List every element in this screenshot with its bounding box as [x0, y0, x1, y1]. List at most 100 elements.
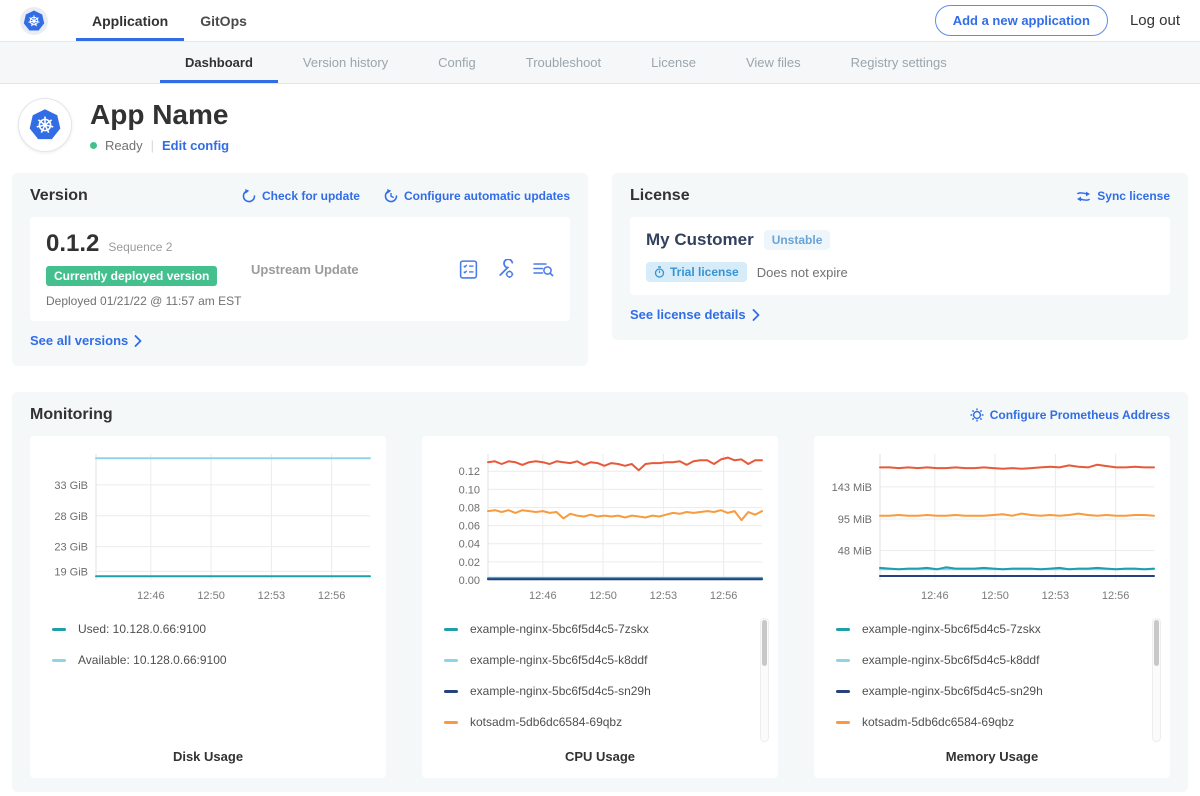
- svg-text:33 GiB: 33 GiB: [54, 480, 88, 492]
- app-avatar: [18, 98, 72, 152]
- preflight-checks-icon[interactable]: [458, 259, 479, 280]
- tab-gitops[interactable]: GitOps: [184, 0, 263, 41]
- legend-item: Used: 10.128.0.66:9100: [52, 622, 386, 636]
- svg-text:0.12: 0.12: [459, 466, 480, 478]
- deployed-badge: Currently deployed version: [46, 266, 217, 286]
- cpu-usage-legend: example-nginx-5bc6f5d4c5-7zskx example-ng…: [422, 622, 778, 729]
- cpu-usage-title: CPU Usage: [422, 749, 778, 764]
- disk-usage-legend: Used: 10.128.0.66:9100 Available: 10.128.…: [30, 622, 386, 667]
- legend-label: example-nginx-5bc6f5d4c5-k8ddf: [470, 653, 647, 667]
- edit-config-gear-icon[interactable]: [495, 259, 516, 280]
- see-all-versions-link[interactable]: See all versions: [30, 333, 142, 348]
- legend-item: kotsadm-5db6dc6584-69qbz: [444, 715, 778, 729]
- configure-auto-updates-link[interactable]: Configure automatic updates: [384, 189, 570, 203]
- svg-text:12:46: 12:46: [529, 590, 557, 602]
- legend-scrollbar-thumb[interactable]: [1154, 620, 1159, 666]
- legend-label: Used: 10.128.0.66:9100: [78, 622, 206, 636]
- logout-button[interactable]: Log out: [1130, 12, 1180, 29]
- customer-name: My Customer: [646, 230, 754, 250]
- page-title: App Name: [90, 99, 229, 131]
- monitoring-section: Monitoring Configure Prometheus Address …: [12, 392, 1188, 792]
- legend-label: example-nginx-5bc6f5d4c5-k8ddf: [862, 653, 1039, 667]
- divider: |: [151, 138, 154, 153]
- license-expiry: Does not expire: [757, 265, 848, 280]
- check-for-update-label: Check for update: [262, 189, 360, 203]
- legend-item: example-nginx-5bc6f5d4c5-7zskx: [444, 622, 778, 636]
- see-license-details-label: See license details: [630, 307, 746, 322]
- license-card: License Sync license My Customer Unstabl…: [612, 173, 1188, 340]
- subnav-item-registry-settings[interactable]: Registry settings: [826, 42, 972, 83]
- legend-scrollbar-thumb[interactable]: [762, 620, 767, 666]
- channel-badge: Unstable: [764, 230, 831, 250]
- monitoring-title: Monitoring: [30, 406, 113, 424]
- cpu-usage-chart: 0.120.100.080.060.040.020.0012:4612:5012…: [430, 446, 770, 606]
- version-card-title: Version: [30, 187, 88, 205]
- subnav-item-version-history[interactable]: Version history: [278, 42, 413, 83]
- subnav-item-troubleshoot[interactable]: Troubleshoot: [501, 42, 626, 83]
- refresh-icon: [242, 189, 256, 203]
- version-card: Version Check for update Configure au: [12, 173, 588, 366]
- top-navbar: Application GitOps Add a new application…: [0, 0, 1200, 42]
- legend-label: example-nginx-5bc6f5d4c5-sn29h: [862, 684, 1043, 698]
- svg-text:12:56: 12:56: [710, 590, 738, 602]
- subnav-item-view-files[interactable]: View files: [721, 42, 826, 83]
- sync-license-link[interactable]: Sync license: [1076, 189, 1170, 203]
- kubernetes-app-icon: [27, 107, 63, 143]
- app-header: App Name Ready | Edit config: [0, 84, 1200, 165]
- svg-text:0.00: 0.00: [459, 575, 480, 587]
- subnav-item-dashboard[interactable]: Dashboard: [160, 42, 278, 83]
- legend-label: example-nginx-5bc6f5d4c5-sn29h: [470, 684, 651, 698]
- legend-color-dash: [444, 721, 458, 724]
- svg-text:12:50: 12:50: [589, 590, 617, 602]
- kubernetes-logo: [20, 0, 48, 41]
- svg-text:143 MiB: 143 MiB: [832, 482, 872, 494]
- subnav-item-config[interactable]: Config: [413, 42, 501, 83]
- version-number: 0.1.2: [46, 230, 99, 258]
- svg-text:12:53: 12:53: [650, 590, 678, 602]
- configure-auto-updates-label: Configure automatic updates: [404, 189, 570, 203]
- view-logs-icon[interactable]: [532, 259, 554, 280]
- edit-config-link[interactable]: Edit config: [162, 138, 229, 153]
- configure-prometheus-link[interactable]: Configure Prometheus Address: [970, 408, 1170, 422]
- legend-color-dash: [444, 628, 458, 631]
- legend-scrollbar-track: [1152, 618, 1161, 742]
- legend-color-dash: [444, 690, 458, 693]
- legend-item: example-nginx-5bc6f5d4c5-7zskx: [836, 622, 1170, 636]
- add-application-button[interactable]: Add a new application: [935, 5, 1108, 36]
- svg-text:12:53: 12:53: [258, 590, 286, 602]
- see-all-versions-label: See all versions: [30, 333, 128, 348]
- legend-item: Available: 10.128.0.66:9100: [52, 653, 386, 667]
- auto-update-clock-icon: [384, 189, 398, 203]
- tab-application[interactable]: Application: [76, 0, 184, 41]
- svg-text:0.08: 0.08: [459, 502, 480, 514]
- memory-usage-chart-card: 143 MiB95 MiB48 MiB12:4612:5012:5312:56 …: [814, 436, 1170, 778]
- svg-text:0.02: 0.02: [459, 557, 480, 569]
- sync-license-label: Sync license: [1097, 189, 1170, 203]
- legend-color-dash: [444, 659, 458, 662]
- legend-color-dash: [52, 659, 66, 662]
- svg-text:19 GiB: 19 GiB: [54, 566, 88, 578]
- svg-text:0.04: 0.04: [459, 539, 480, 551]
- legend-scrollbar-track: [760, 618, 769, 742]
- chevron-right-icon: [134, 335, 142, 347]
- svg-text:0.06: 0.06: [459, 521, 480, 533]
- memory-usage-chart: 143 MiB95 MiB48 MiB12:4612:5012:5312:56: [822, 446, 1162, 606]
- legend-label: Available: 10.128.0.66:9100: [78, 653, 227, 667]
- configure-prometheus-label: Configure Prometheus Address: [990, 408, 1170, 422]
- subnav-item-license[interactable]: License: [626, 42, 721, 83]
- license-type-label: Trial license: [670, 265, 739, 279]
- disk-usage-chart: 33 GiB28 GiB23 GiB19 GiB12:4612:5012:531…: [38, 446, 378, 606]
- svg-text:12:46: 12:46: [137, 590, 165, 602]
- legend-item: kotsadm-5db6dc6584-69qbz: [836, 715, 1170, 729]
- svg-text:12:46: 12:46: [921, 590, 949, 602]
- license-box: My Customer Unstable Trial license Does …: [630, 217, 1170, 295]
- legend-label: kotsadm-5db6dc6584-69qbz: [862, 715, 1014, 729]
- cpu-usage-chart-card: 0.120.100.080.060.040.020.0012:4612:5012…: [422, 436, 778, 778]
- legend-color-dash: [52, 628, 66, 631]
- legend-color-dash: [836, 721, 850, 724]
- disk-usage-title: Disk Usage: [30, 749, 386, 764]
- check-for-update-link[interactable]: Check for update: [242, 189, 360, 203]
- kubernetes-logo-icon: [22, 9, 46, 33]
- svg-text:12:53: 12:53: [1042, 590, 1070, 602]
- see-license-details-link[interactable]: See license details: [630, 307, 760, 322]
